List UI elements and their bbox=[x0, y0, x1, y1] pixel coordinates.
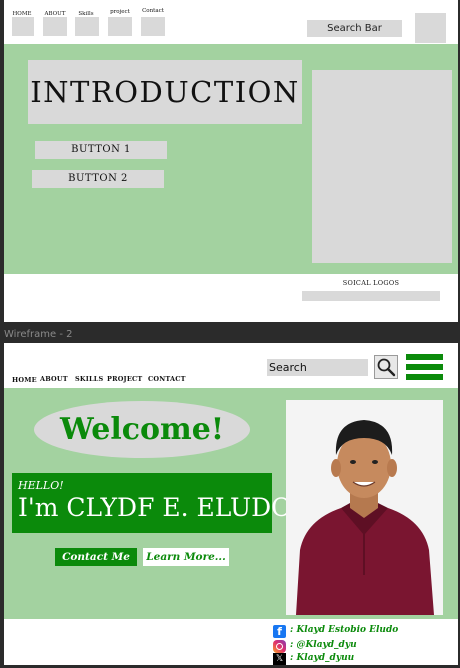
button-2[interactable]: BUTTON 2 bbox=[32, 170, 164, 188]
search-bar[interactable]: Search Bar bbox=[307, 20, 402, 37]
learn-more-button[interactable]: Learn More... bbox=[143, 548, 229, 566]
welcome-heading: Welcome! bbox=[34, 401, 250, 458]
nav-home[interactable]: HOME bbox=[12, 376, 37, 384]
wireframe-1: HOME ABOUT Skills project Contact Search… bbox=[4, 0, 458, 322]
x-icon[interactable]: 𝕏 bbox=[273, 653, 286, 665]
nav-about[interactable]: ABOUT bbox=[40, 375, 68, 383]
nav-label-contact: Contact bbox=[142, 8, 164, 14]
hello-text: HELLO! bbox=[18, 479, 64, 492]
social-logos-placeholder bbox=[302, 291, 440, 301]
intro-title: INTRODUCTION bbox=[28, 60, 302, 124]
nav-skills[interactable]: SKILLS bbox=[75, 375, 103, 383]
button-1[interactable]: BUTTON 1 bbox=[35, 141, 167, 159]
name-text: I'm CLYDF E. ELUDO bbox=[18, 493, 292, 522]
x-handle[interactable]: : Klayd_dyuu bbox=[290, 653, 354, 663]
search-input[interactable]: Search bbox=[267, 359, 368, 376]
instagram-handle[interactable]: : @Klayd_dyu bbox=[290, 640, 357, 650]
wireframe-2: Search HOME ABOUT SKILLS PROJECT CONTACT… bbox=[4, 343, 458, 665]
hero-section: Welcome! HELLO! I'm CLYDF E. ELUDO Conta… bbox=[4, 388, 458, 619]
portrait-illustration bbox=[296, 420, 434, 615]
instagram-icon[interactable] bbox=[273, 640, 286, 653]
facebook-icon[interactable]: f bbox=[273, 625, 286, 638]
search-button[interactable] bbox=[374, 355, 398, 379]
profile-placeholder[interactable] bbox=[415, 13, 446, 43]
social-logos-label: SOICAL LOGOS bbox=[342, 279, 400, 287]
nav-box-contact[interactable] bbox=[141, 17, 165, 36]
image-placeholder bbox=[312, 70, 452, 263]
wireframe-2-label: Wireframe - 2 bbox=[4, 329, 73, 340]
nav-box-about[interactable] bbox=[43, 17, 67, 36]
nav-box-project[interactable] bbox=[108, 17, 132, 36]
nav-box-home[interactable] bbox=[12, 17, 34, 36]
intro-banner: HELLO! I'm CLYDF E. ELUDO bbox=[12, 473, 292, 533]
nav-contact[interactable]: CONTACT bbox=[148, 375, 186, 383]
nav-project[interactable]: PROJECT bbox=[107, 375, 142, 383]
nav-box-skills[interactable] bbox=[75, 17, 99, 36]
profile-photo bbox=[286, 400, 443, 615]
contact-me-button[interactable]: Contact Me bbox=[55, 548, 137, 566]
search-icon bbox=[377, 358, 396, 377]
facebook-handle[interactable]: : Klayd Estobio Eludo bbox=[290, 625, 398, 635]
hamburger-menu-icon[interactable] bbox=[406, 354, 443, 380]
hero-section: INTRODUCTION BUTTON 1 BUTTON 2 bbox=[4, 44, 458, 274]
